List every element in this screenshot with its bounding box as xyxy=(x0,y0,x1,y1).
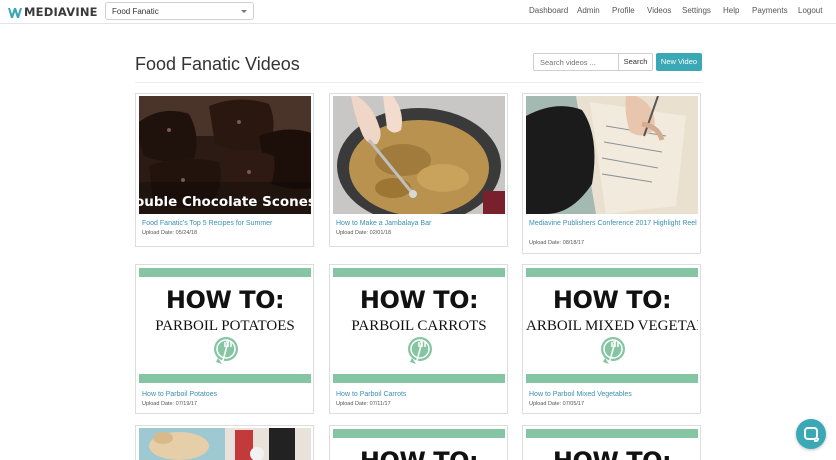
nav-logout[interactable]: Logout xyxy=(798,6,822,15)
divider xyxy=(135,82,702,83)
video-thumbnail-how-to[interactable]: HOW TO: PARBOIL POTATOES xyxy=(139,267,311,385)
video-title-link[interactable]: Mediavine Publishers Conference 2017 Hig… xyxy=(529,219,697,229)
how-to-subheading: ARBOIL MIXED VEGETABLE xyxy=(526,318,698,334)
nav-videos[interactable]: Videos xyxy=(647,6,671,15)
upload-date: Upload Date: 07/19/17 xyxy=(142,401,198,407)
how-to-heading: HOW TO: xyxy=(165,286,285,314)
video-title-link[interactable]: How to Make a Jambalaya Bar xyxy=(336,219,504,229)
video-thumbnail-jambalaya[interactable] xyxy=(333,96,505,214)
upload-date: Upload Date: 08/18/17 xyxy=(529,240,585,246)
fork-plate-icon xyxy=(599,336,627,366)
page-title: Food Fanatic Videos xyxy=(135,54,300,74)
thumbnail-band xyxy=(139,268,311,277)
nav-dashboard[interactable]: Dashboard xyxy=(529,6,568,15)
video-card[interactable]: HOW TO: ARBOIL MIXED VEGETABLE How to Pa… xyxy=(522,264,701,414)
nav-help[interactable]: Help xyxy=(723,6,739,15)
video-card[interactable]: ouble Chocolate Scones Food Fanatic's To… xyxy=(135,93,314,247)
thumbnail-overlay-text: ouble Chocolate Scones xyxy=(139,194,311,210)
video-card[interactable] xyxy=(135,425,314,460)
video-thumbnail-how-to[interactable]: HOW TO: xyxy=(526,428,698,460)
nav-admin[interactable]: Admin xyxy=(577,6,600,15)
video-title-link[interactable]: How to Parboil Mixed Vegetables xyxy=(529,390,697,400)
video-thumbnail-how-to[interactable]: HOW TO: xyxy=(333,428,505,460)
video-thumbnail-conference-reel[interactable] xyxy=(526,96,698,214)
how-to-heading: HOW TO: xyxy=(359,286,479,314)
how-to-heading: HOW TO: xyxy=(552,286,672,314)
new-video-button[interactable]: New Video xyxy=(656,53,702,71)
upload-date: Upload Date: 02/01/18 xyxy=(336,230,392,236)
video-card[interactable]: HOW TO: PARBOIL CARROTS How to Parboil C… xyxy=(329,264,508,414)
top-navbar: MEDIAVINE Food Fanatic Dashboard Admin P… xyxy=(0,0,836,24)
thumbnail-band xyxy=(139,374,311,383)
video-thumbnail-ice-cream[interactable] xyxy=(139,428,311,460)
video-card[interactable]: How to Make a Jambalaya Bar Upload Date:… xyxy=(329,93,508,247)
search-input[interactable] xyxy=(533,53,619,71)
video-card[interactable]: HOW TO: xyxy=(329,425,508,460)
thumbnail-band xyxy=(526,374,698,383)
video-card[interactable]: Mediavine Publishers Conference 2017 Hig… xyxy=(522,93,701,254)
chat-launcher-button[interactable] xyxy=(796,419,826,449)
thumbnail-band xyxy=(526,429,698,438)
video-title-link[interactable]: Food Fanatic's Top 5 Recipes for Summer xyxy=(142,219,310,229)
how-to-heading: HOW TO: xyxy=(526,447,698,460)
nav-links: Dashboard Admin Profile Videos Settings … xyxy=(0,6,836,18)
upload-date: Upload Date: 07/11/17 xyxy=(336,401,391,407)
fork-plate-icon xyxy=(406,336,434,366)
how-to-subheading: PARBOIL POTATOES xyxy=(155,318,295,334)
nav-profile[interactable]: Profile xyxy=(612,6,635,15)
video-thumbnail-how-to[interactable]: HOW TO: ARBOIL MIXED VEGETABLE xyxy=(526,267,698,385)
chat-bubble-tail xyxy=(814,438,819,442)
thumbnail-band xyxy=(333,374,505,383)
fork-plate-icon xyxy=(212,336,240,366)
how-to-subheading: PARBOIL CARROTS xyxy=(351,318,487,334)
thumbnail-band xyxy=(526,268,698,277)
how-to-heading: HOW TO: xyxy=(333,447,505,460)
upload-date: Upload Date: 07/05/17 xyxy=(529,401,585,407)
nav-payments[interactable]: Payments xyxy=(752,6,788,15)
video-thumbnail-how-to[interactable]: HOW TO: PARBOIL CARROTS xyxy=(333,267,505,385)
video-title-link[interactable]: How to Parboil Carrots xyxy=(336,390,504,400)
video-card[interactable]: HOW TO: PARBOIL POTATOES How to Parboil … xyxy=(135,264,314,414)
video-card[interactable]: HOW TO: xyxy=(522,425,701,460)
video-thumbnail-chocolate-scones[interactable]: ouble Chocolate Scones xyxy=(139,96,311,214)
upload-date: Upload Date: 05/24/18 xyxy=(142,230,198,236)
video-title-link[interactable]: How to Parboil Potatoes xyxy=(142,390,310,400)
nav-settings[interactable]: Settings xyxy=(682,6,711,15)
search-button[interactable]: Search xyxy=(618,53,653,71)
thumbnail-band xyxy=(333,429,505,438)
thumbnail-band xyxy=(333,268,505,277)
